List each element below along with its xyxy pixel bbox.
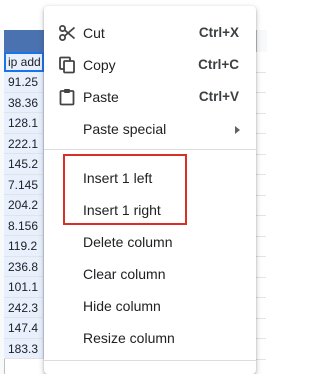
menu-item-clear-column[interactable]: Clear column [44, 258, 256, 290]
menu-item-paste[interactable]: Paste Ctrl+V [44, 81, 256, 113]
table-cell[interactable]: 204.2 [4, 195, 44, 216]
shortcut-label: Ctrl+C [198, 57, 239, 72]
menu-item-delete-column[interactable]: Delete column [44, 226, 256, 258]
table-cell[interactable]: 38.36 [4, 92, 44, 113]
shortcut-label: Ctrl+V [198, 89, 239, 104]
table-cell[interactable]: 222.1 [4, 133, 44, 154]
table-cell[interactable]: 119.2 [4, 236, 44, 257]
menu-item-label: Delete column [83, 234, 173, 250]
table-cell[interactable]: 236.8 [4, 256, 44, 277]
table-cell[interactable]: 128.1 [4, 113, 44, 134]
cell-header-ip-address[interactable]: ip add [4, 52, 44, 72]
menu-item-label: Clear column [83, 266, 166, 282]
menu-item-label: Paste [83, 89, 119, 105]
submenu-arrow-icon [235, 126, 240, 134]
menu-item-label: Copy [83, 57, 116, 73]
toolbar-area [256, 0, 266, 30]
menu-divider [44, 149, 256, 150]
menu-item-label: Cut [83, 25, 105, 41]
clipboard-icon [58, 88, 76, 106]
table-cell[interactable]: 145.2 [4, 154, 44, 175]
menu-item-hide-column[interactable]: Hide column [44, 290, 256, 322]
table-cell[interactable]: 242.3 [4, 297, 44, 318]
table-cell[interactable]: 7.145 [4, 174, 44, 195]
adjacent-column [256, 52, 266, 374]
table-cell[interactable]: 183.3 [4, 338, 44, 359]
menu-item-label: Resize column [83, 330, 175, 346]
table-cell[interactable]: 8.156 [4, 215, 44, 236]
scissors-icon [58, 24, 76, 42]
table-cell[interactable]: 101.1 [4, 277, 44, 298]
menu-item-label: Paste special [83, 121, 167, 137]
annotation-highlight-box [63, 154, 187, 225]
menu-item-label: Hide column [83, 298, 161, 314]
menu-divider [44, 360, 256, 361]
menu-item-resize-column[interactable]: Resize column [44, 322, 256, 354]
next-column-header[interactable] [256, 30, 267, 52]
table-cell[interactable]: 147.4 [4, 318, 44, 339]
selected-column-header[interactable] [4, 30, 45, 52]
copy-icon [58, 56, 76, 74]
column-cells: 91.25 38.36 128.1 222.1 145.2 7.145 204.… [4, 72, 44, 359]
menu-item-cut[interactable]: Cut Ctrl+X [44, 17, 256, 49]
table-cell[interactable]: 91.25 [4, 72, 44, 93]
menu-item-paste-special[interactable]: Paste special [44, 113, 256, 145]
menu-item-copy[interactable]: Copy Ctrl+C [44, 49, 256, 81]
shortcut-label: Ctrl+X [198, 25, 239, 40]
